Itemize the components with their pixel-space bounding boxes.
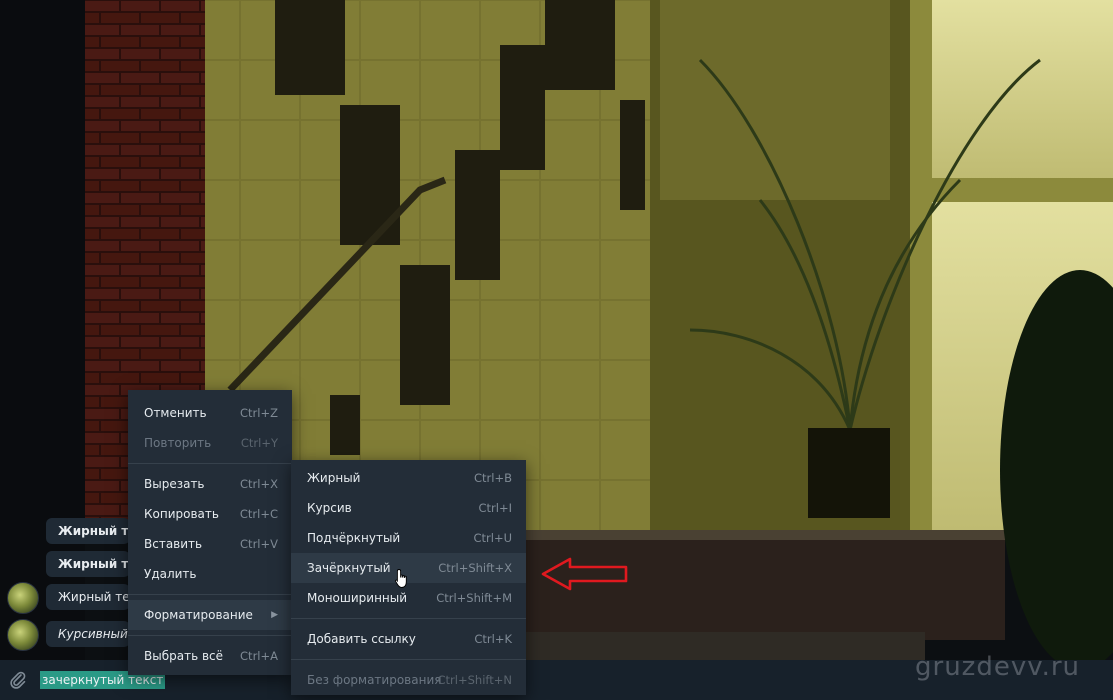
menu-separator [291, 659, 526, 660]
red-arrow-icon [541, 557, 628, 591]
avatar[interactable] [7, 619, 39, 651]
menu-item-label: Вставить [144, 537, 203, 551]
menu-item-shortcut: Ctrl+X [240, 477, 278, 491]
menu-item-shortcut: Ctrl+Shift+M [436, 591, 512, 605]
menu-item-shortcut: Ctrl+A [240, 649, 278, 663]
menu-item-shortcut: Ctrl+I [478, 501, 513, 515]
menu-item-clear-formatting[interactable]: Без форматирования Ctrl+Shift+N [291, 665, 526, 695]
watermark: gruzdevv.ru [915, 652, 1081, 682]
menu-item-shortcut: Ctrl+C [239, 507, 278, 521]
avatar[interactable] [7, 582, 39, 614]
menu-separator [128, 635, 292, 636]
message-bubble: Курсивный т [46, 621, 130, 647]
menu-separator [128, 594, 292, 595]
menu-item-label: Зачёркнутый [307, 561, 391, 575]
menu-item-label: Выбрать всё [144, 649, 224, 663]
menu-item-shortcut: Ctrl+B [474, 471, 512, 485]
menu-item-shortcut: Ctrl+Y [240, 436, 278, 450]
menu-item-label: Удалить [144, 567, 197, 581]
menu-separator [291, 618, 526, 619]
paperclip-icon[interactable] [8, 670, 28, 690]
menu-item-bold[interactable]: Жирный Ctrl+B [291, 463, 526, 493]
message-text: Жирный текс [58, 557, 130, 571]
menu-item-redo[interactable]: Повторить Ctrl+Y [128, 428, 292, 458]
context-menu: Отменить Ctrl+Z Повторить Ctrl+Y Вырезат… [128, 390, 292, 675]
menu-item-copy[interactable]: Копировать Ctrl+C [128, 499, 292, 529]
menu-item-label: Курсив [307, 501, 352, 515]
menu-item-shortcut: Ctrl+Z [240, 406, 278, 420]
menu-item-label: Копировать [144, 507, 219, 521]
menu-item-underline[interactable]: Подчёркнутый Ctrl+U [291, 523, 526, 553]
submenu-arrow-icon: ▶ [271, 610, 278, 620]
menu-item-italic[interactable]: Курсив Ctrl+I [291, 493, 526, 523]
message-bubble: Жирный текс [46, 518, 130, 544]
menu-item-add-link[interactable]: Добавить ссылку Ctrl+K [291, 624, 526, 654]
menu-item-label: Моноширинный [307, 591, 408, 605]
menu-item-shortcut: Ctrl+V [240, 537, 278, 551]
menu-item-delete[interactable]: Удалить [128, 559, 292, 589]
message-bubble: Жирный тек [46, 584, 130, 610]
menu-item-label: Без форматирования [307, 673, 442, 687]
menu-item-formatting[interactable]: Форматирование ▶ [128, 600, 292, 630]
menu-item-paste[interactable]: Вставить Ctrl+V [128, 529, 292, 559]
menu-item-shortcut: Ctrl+Shift+N [437, 673, 512, 687]
menu-item-shortcut: Ctrl+K [474, 632, 512, 646]
menu-item-label: Добавить ссылку [307, 632, 416, 646]
menu-item-select-all[interactable]: Выбрать всё Ctrl+A [128, 641, 292, 671]
message-text: Жирный текс [58, 524, 130, 538]
message-text: Жирный тек [58, 590, 130, 604]
menu-separator [128, 463, 292, 464]
menu-item-cut[interactable]: Вырезать Ctrl+X [128, 469, 292, 499]
menu-item-label: Жирный [307, 471, 361, 485]
menu-item-shortcut: Ctrl+Shift+X [438, 561, 512, 575]
menu-item-shortcut: Ctrl+U [473, 531, 512, 545]
menu-item-label: Подчёркнутый [307, 531, 401, 545]
message-bubble: Жирный текс [46, 551, 130, 577]
menu-item-undo[interactable]: Отменить Ctrl+Z [128, 398, 292, 428]
menu-item-label: Форматирование [144, 608, 253, 622]
message-text: Курсивный т [58, 627, 130, 641]
menu-item-label: Отменить [144, 406, 207, 420]
menu-item-label: Вырезать [144, 477, 205, 491]
menu-item-label: Повторить [144, 436, 212, 450]
mouse-cursor-icon [395, 569, 407, 588]
